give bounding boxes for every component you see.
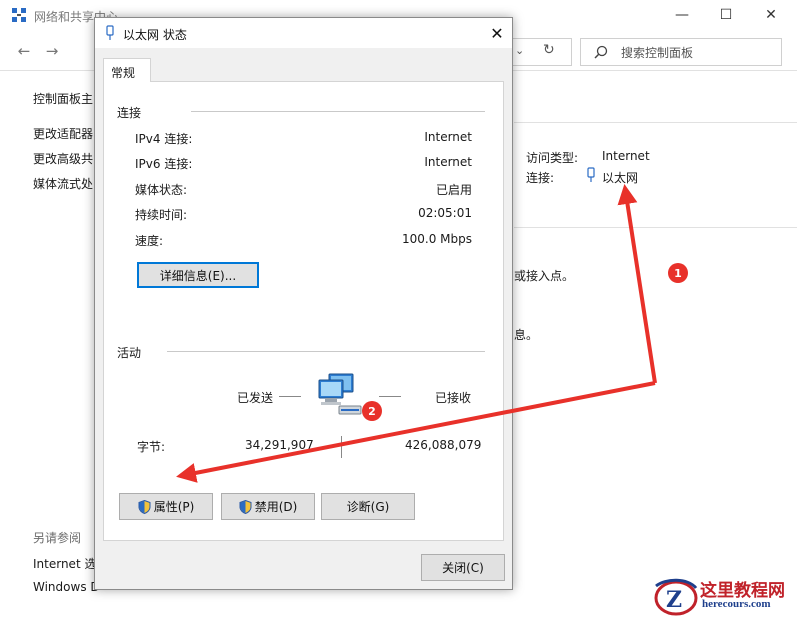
close-icon: ✕ — [765, 7, 777, 23]
dialog-title-bar: 以太网 状态 ✕ — [95, 18, 512, 48]
disable-button-label: 禁用(D) — [254, 500, 298, 514]
duration-label: 持续时间: — [135, 208, 188, 222]
sidebar-item-advanced-sharing[interactable]: 更改高级共 — [33, 150, 93, 167]
see-also-internet-options[interactable]: Internet 选 — [33, 555, 96, 572]
dialog-close-button[interactable]: ✕ — [483, 21, 511, 45]
ethernet-icon — [586, 167, 596, 186]
forward-arrow-icon: → — [45, 42, 59, 60]
received-label: 已接收 — [435, 391, 472, 405]
bytes-label: 字节: — [137, 440, 166, 454]
search-icon — [594, 45, 608, 59]
see-also-windows-defender[interactable]: Windows D — [33, 580, 100, 594]
watermark: Z 这里教程网 herecours.com — [652, 576, 794, 616]
step-badge-1: 1 — [668, 263, 688, 283]
access-type-label: 访问类型: — [526, 151, 579, 165]
minimize-button[interactable]: — — [667, 4, 697, 26]
shield-icon — [239, 499, 252, 514]
received-line — [379, 396, 401, 397]
network-info-panel: 访问类型: Internet 连接: 以太网 或接入点。 息。 — [514, 120, 797, 420]
sidebar-item-home[interactable]: 控制面板主 — [33, 90, 93, 107]
back-button[interactable]: ← — [12, 39, 36, 63]
section-divider — [191, 111, 485, 112]
sent-line — [279, 396, 301, 397]
speed-value: 100.0 Mbps — [401, 232, 472, 246]
ethernet-icon — [106, 25, 114, 40]
divider — [514, 227, 797, 228]
activity-section-heading: 活动 — [117, 346, 142, 360]
tab-general-label: 常规 — [111, 66, 136, 80]
close-icon: ✕ — [490, 23, 504, 43]
watermark-logo: Z — [654, 578, 698, 616]
forward-button[interactable]: → — [40, 39, 64, 63]
duration-value: 02:05:01 — [418, 206, 472, 220]
general-tab-panel — [103, 81, 504, 541]
properties-button-label: 属性(P) — [153, 500, 195, 514]
ipv6-value: Internet — [424, 155, 472, 169]
refresh-icon[interactable]: ↻ — [543, 42, 555, 58]
setup-connection-text: 或接入点。 — [514, 269, 575, 283]
details-button[interactable]: 详细信息(E)... — [137, 262, 259, 288]
ipv4-label: IPv4 连接: — [135, 132, 193, 146]
disable-button[interactable]: 禁用(D) — [221, 493, 315, 520]
speed-label: 速度: — [135, 234, 164, 248]
properties-button[interactable]: 属性(P) — [119, 493, 213, 520]
sidebar-item-media-streaming[interactable]: 媒体流式处 — [33, 175, 93, 192]
ipv4-value: Internet — [424, 130, 472, 144]
minimize-icon: — — [675, 7, 689, 23]
tab-general[interactable]: 常规 — [103, 58, 151, 82]
connection-section-heading: 连接 — [117, 106, 142, 120]
access-type-value: Internet — [602, 149, 650, 163]
shield-icon — [138, 499, 151, 514]
back-arrow-icon: ← — [17, 42, 31, 60]
sidebar-item-adapter[interactable]: 更改适配器 — [33, 125, 93, 142]
ipv6-label: IPv6 连接: — [135, 157, 193, 171]
section-divider — [167, 351, 485, 352]
bytes-separator — [341, 436, 342, 458]
close-button[interactable]: 关闭(C) — [421, 554, 505, 581]
search-placeholder: 搜索控制面板 — [621, 46, 694, 60]
see-also-heading: 另请参阅 — [33, 531, 82, 545]
sent-label: 已发送 — [237, 391, 274, 405]
watermark-logo-letter: Z — [666, 587, 682, 613]
chevron-down-icon[interactable]: ⌄ — [515, 44, 524, 57]
diagnose-button[interactable]: 诊断(G) — [321, 493, 415, 520]
close-window-button[interactable]: ✕ — [756, 4, 786, 26]
ethernet-status-dialog: 以太网 状态 ✕ 常规 连接 IPv4 连接: Internet IPv6 连接… — [94, 17, 513, 590]
watermark-subtitle: herecours.com — [702, 598, 771, 610]
bytes-sent-value: 34,291,907 — [245, 438, 314, 452]
ethernet-connection-link[interactable]: 以太网 — [602, 169, 638, 186]
connection-label: 连接: — [526, 171, 555, 185]
dialog-title: 以太网 状态 — [123, 28, 187, 42]
media-state-value: 已启用 — [435, 183, 472, 197]
bytes-received-value: 426,088,079 — [405, 438, 482, 452]
search-box[interactable]: 搜索控制面板 — [580, 38, 782, 66]
address-bar[interactable]: ⌄ ↻ — [512, 38, 572, 66]
network-computers-icon — [318, 373, 362, 415]
divider — [514, 122, 797, 123]
maximize-icon: ☐ — [719, 7, 733, 23]
media-state-label: 媒体状态: — [135, 183, 188, 197]
troubleshoot-text: 息。 — [514, 328, 539, 342]
network-center-icon — [12, 8, 26, 22]
step-badge-2: 2 — [362, 401, 382, 421]
maximize-button[interactable]: ☐ — [711, 4, 741, 26]
